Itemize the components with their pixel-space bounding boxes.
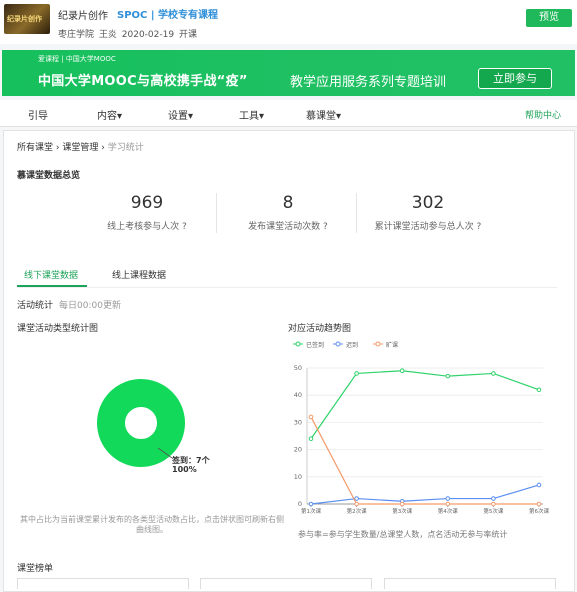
update-note: 每日00:00更新 bbox=[59, 301, 121, 311]
x-tick-label: 第6次课 bbox=[529, 507, 549, 515]
legend-marker bbox=[335, 341, 341, 347]
rank-title: 课堂榜单 bbox=[17, 564, 54, 574]
banner-title: 中国大学MOOC与高校携手战“疫” bbox=[38, 74, 248, 89]
course-meta: 枣庄学院 王炎 2020-02-19 开课 bbox=[58, 27, 197, 40]
series-line bbox=[310, 370, 540, 440]
y-tick-label: 10 bbox=[294, 473, 302, 481]
stat-value: 302 bbox=[411, 193, 445, 213]
course-name: 纪录片创作 bbox=[58, 11, 108, 22]
donut-note: 其中占比为当前课堂累计发布的各类型活动数占比，点击饼状图可刷新右侧曲线图。 bbox=[20, 515, 284, 534]
y-tick-label: 50 bbox=[294, 364, 302, 372]
preview-button[interactable]: 预览 bbox=[526, 9, 572, 27]
banner-subtitle: 教学应用服务系列专题培训 bbox=[290, 75, 447, 90]
y-tick-label: 30 bbox=[294, 418, 302, 426]
data-point bbox=[308, 501, 314, 507]
nav-content[interactable]: 内容▾ bbox=[97, 107, 122, 122]
donut-label: 签到：7个 bbox=[171, 455, 211, 465]
activity-label: 活动统计 bbox=[17, 301, 54, 311]
start-date: 2020-02-19 开课 bbox=[121, 30, 197, 40]
tab-active-indicator bbox=[17, 285, 87, 287]
crumb-class-manage[interactable]: 课堂管理 bbox=[62, 143, 98, 153]
chart-title: 对应活动趋势图 bbox=[288, 324, 352, 334]
legend-label: 旷课 bbox=[386, 341, 398, 349]
join-button[interactable]: 立即参与 bbox=[478, 68, 552, 89]
crumb-all-classes[interactable]: 所有课堂 bbox=[17, 143, 53, 153]
x-tick-label: 第4次课 bbox=[438, 507, 458, 515]
course-type-link[interactable]: SPOC | 学校专有课程 bbox=[117, 6, 218, 21]
participation-note: 参与率=参与学生数量/总课堂人数，点名活动无参与率统计 bbox=[298, 530, 508, 539]
crumb-learning-stats: 学习统计 bbox=[107, 143, 144, 153]
data-point bbox=[536, 482, 542, 488]
data-point bbox=[308, 436, 314, 442]
stat-label: 线上考核参与人次 ? bbox=[107, 222, 187, 232]
overview-title: 慕课堂数据总览 bbox=[17, 171, 81, 181]
activity-header: 活动统计 每日00:00更新 bbox=[17, 298, 121, 311]
x-tick-label: 第3次课 bbox=[392, 507, 412, 515]
data-point bbox=[399, 501, 405, 507]
nav-settings[interactable]: 设置▾ bbox=[168, 107, 193, 122]
donut-percent: 100% bbox=[172, 465, 197, 474]
legend-label: 已签到 bbox=[306, 341, 324, 349]
stat-label: 累计课堂活动参与总人次 ? bbox=[374, 222, 482, 232]
data-point bbox=[536, 387, 542, 393]
course-thumbnail[interactable]: 纪录片创作 bbox=[4, 4, 50, 34]
tab-bar bbox=[17, 287, 557, 288]
data-point bbox=[399, 368, 405, 374]
course-thumbnail-text: 纪录片创作 bbox=[7, 14, 42, 23]
legend-marker bbox=[295, 341, 301, 347]
stat-value: 8 bbox=[282, 193, 294, 213]
y-tick-label: 40 bbox=[294, 391, 302, 399]
course-nav bbox=[0, 100, 577, 127]
nav-tools[interactable]: 工具▾ bbox=[239, 107, 264, 122]
data-point bbox=[445, 496, 451, 501]
data-point bbox=[445, 501, 451, 507]
x-tick-label: 第1次课 bbox=[301, 507, 321, 515]
data-point bbox=[354, 501, 359, 507]
breadcrumb: 所有课堂 › 课堂管理 › 学习统计 bbox=[17, 140, 144, 153]
x-tick-label: 第5次课 bbox=[483, 507, 503, 515]
tab-offline-data[interactable]: 线下课堂数据 bbox=[24, 268, 78, 281]
nav-mooc-class[interactable]: 慕课堂▾ bbox=[306, 107, 341, 122]
data-point bbox=[354, 496, 359, 501]
legend-marker bbox=[375, 341, 381, 347]
series-line bbox=[310, 484, 540, 505]
data-point bbox=[491, 496, 496, 501]
school-name: 枣庄学院 bbox=[58, 30, 95, 40]
data-point bbox=[536, 501, 542, 507]
y-tick-label: 0 bbox=[298, 500, 302, 508]
trend-chart: 已签到 迟到 旷课 0 10 20 30 40 50 第1次课 第2次课 第3次课 第4次课 第5次课 第6… bbox=[293, 341, 549, 515]
donut-slice-signin[interactable] bbox=[97, 379, 185, 467]
data-point bbox=[308, 414, 314, 420]
stat-value: 969 bbox=[130, 193, 164, 213]
stat-label: 发布课堂活动次数 ? bbox=[248, 222, 328, 232]
data-point bbox=[354, 371, 359, 376]
data-point bbox=[445, 373, 451, 379]
donut-chart[interactable]: 签到：7个 100% bbox=[0, 330, 290, 510]
y-tick-label: 20 bbox=[294, 446, 302, 454]
series-line bbox=[310, 416, 539, 505]
nav-guide[interactable]: 引导 bbox=[28, 107, 48, 122]
teacher-name: 王炎 bbox=[98, 30, 117, 40]
tab-online-data[interactable]: 线上课程数据 bbox=[112, 268, 166, 281]
data-point bbox=[491, 371, 496, 376]
help-center-link[interactable]: 帮助中心 bbox=[525, 108, 561, 121]
data-point bbox=[491, 501, 496, 507]
mooc-logo: 爱课程 | 中国大学MOOC bbox=[38, 55, 116, 63]
legend-label: 迟到 bbox=[346, 341, 358, 349]
x-tick-label: 第2次课 bbox=[347, 507, 367, 515]
